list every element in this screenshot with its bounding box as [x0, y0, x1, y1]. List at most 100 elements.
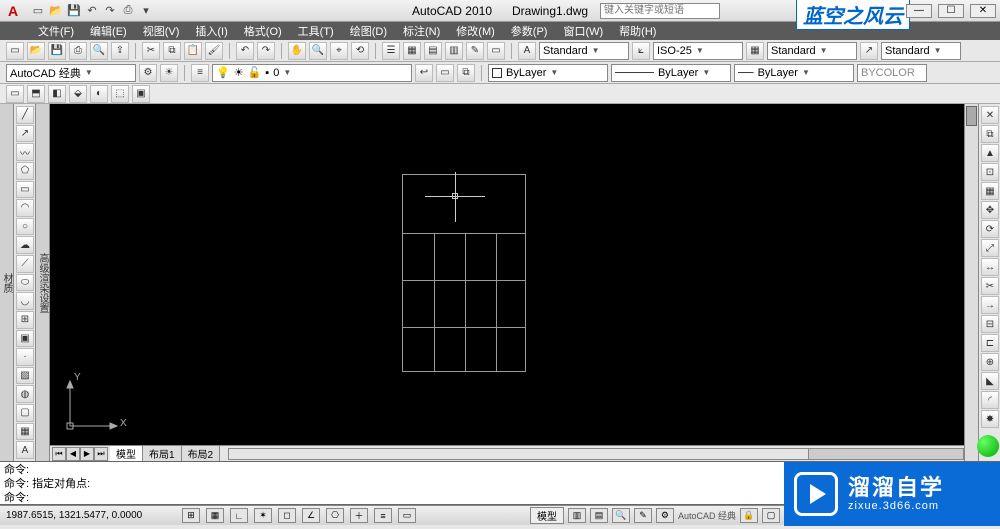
view-iso-icon[interactable]: ◧: [48, 85, 66, 103]
search-input[interactable]: [600, 3, 720, 19]
point-icon[interactable]: ·: [16, 348, 34, 366]
polar-toggle[interactable]: ✶: [254, 508, 272, 523]
side-tab-render[interactable]: 高级渲染设置: [36, 104, 50, 461]
layer-states-icon[interactable]: ▭: [436, 64, 454, 82]
menu-format[interactable]: 格式(O): [236, 22, 290, 40]
tab-prev-icon[interactable]: ◀: [66, 447, 80, 461]
menu-window[interactable]: 窗口(W): [555, 22, 611, 40]
view-orbit-icon[interactable]: ◐: [90, 85, 108, 103]
vertical-scrollbar[interactable]: [964, 104, 978, 461]
table-icon[interactable]: ▦: [16, 423, 34, 441]
clean-screen-icon[interactable]: ▢: [762, 508, 780, 523]
tab-layout1[interactable]: 布局1: [143, 446, 182, 461]
tab-layout2[interactable]: 布局2: [182, 446, 221, 461]
print-icon[interactable]: ⎙: [120, 3, 136, 19]
make-block-icon[interactable]: ▣: [16, 330, 34, 348]
lwt-toggle[interactable]: ≡: [374, 508, 392, 523]
dim-style-icon[interactable]: ⟀: [632, 42, 650, 60]
zoom-window-icon[interactable]: ⌖: [330, 42, 348, 60]
redo-icon[interactable]: ↷: [257, 42, 275, 60]
xline-icon[interactable]: ↗: [16, 125, 34, 143]
model-space-button[interactable]: 模型: [530, 507, 564, 524]
properties-icon[interactable]: ☰: [382, 42, 400, 60]
polygon-icon[interactable]: ⬠: [16, 162, 34, 180]
move-icon[interactable]: ✥: [981, 201, 999, 219]
rotate-icon[interactable]: ⟳: [981, 220, 999, 238]
stretch-icon[interactable]: ↔: [981, 258, 999, 276]
revcloud-icon[interactable]: ☁: [16, 236, 34, 254]
maximize-button[interactable]: ☐: [938, 4, 964, 18]
workspace-settings-icon[interactable]: ⚙: [139, 64, 157, 82]
insert-block-icon[interactable]: ⊞: [16, 311, 34, 329]
plot-icon[interactable]: ⎙: [69, 42, 87, 60]
menu-draw[interactable]: 绘图(D): [342, 22, 395, 40]
scale-icon[interactable]: ⤢: [981, 239, 999, 257]
menu-parametric[interactable]: 参数(P): [503, 22, 556, 40]
view-camera-icon[interactable]: ▣: [132, 85, 150, 103]
polyline-icon[interactable]: 〰: [16, 143, 34, 161]
break-icon[interactable]: ⊏: [981, 334, 999, 352]
plotstyle-dropdown[interactable]: BYCOLOR: [857, 64, 927, 82]
explode-icon[interactable]: ✸: [981, 410, 999, 428]
lineweight-dropdown[interactable]: ──ByLayer▼: [734, 64, 854, 82]
undo-icon[interactable]: ↶: [236, 42, 254, 60]
region-icon[interactable]: ▢: [16, 404, 34, 422]
app-logo-icon[interactable]: A: [3, 1, 23, 21]
text-style-dropdown[interactable]: Standard▼: [539, 42, 629, 60]
arc-icon[interactable]: ◠: [16, 199, 34, 217]
layer-manager-icon[interactable]: ≡: [191, 64, 209, 82]
quickview-drawings-icon[interactable]: ▤: [590, 508, 608, 523]
erase-icon[interactable]: ✕: [981, 106, 999, 124]
tab-last-icon[interactable]: ⏭: [94, 447, 108, 461]
zoom-realtime-icon[interactable]: 🔍: [309, 42, 327, 60]
mleader-style-dropdown[interactable]: Standard▼: [881, 42, 961, 60]
save-file-icon[interactable]: 💾: [48, 42, 66, 60]
mtext-icon[interactable]: A: [16, 441, 34, 459]
open-icon[interactable]: 📂: [48, 3, 64, 19]
hatch-icon[interactable]: ▨: [16, 367, 34, 385]
qp-toggle[interactable]: ▭: [398, 508, 416, 523]
save-icon[interactable]: 💾: [66, 3, 82, 19]
annotation-visibility-icon[interactable]: ✎: [634, 508, 652, 523]
annotation-scale-icon[interactable]: 🔍: [612, 508, 630, 523]
spline-icon[interactable]: ⟋: [16, 255, 34, 273]
plot-preview-icon[interactable]: 🔍: [90, 42, 108, 60]
table-style-icon[interactable]: ▦: [746, 42, 764, 60]
horizontal-scrollbar[interactable]: [228, 448, 964, 460]
menu-tools[interactable]: 工具(T): [290, 22, 342, 40]
tool-palettes-icon[interactable]: ▤: [424, 42, 442, 60]
workspace-switch-icon[interactable]: ⚙: [656, 508, 674, 523]
mleader-style-icon[interactable]: ↗: [860, 42, 878, 60]
menu-modify[interactable]: 修改(M): [448, 22, 503, 40]
view-top-icon[interactable]: ⬒: [27, 85, 45, 103]
menu-view[interactable]: 视图(V): [135, 22, 188, 40]
gradient-icon[interactable]: ◍: [16, 385, 34, 403]
undo-icon[interactable]: ↶: [84, 3, 100, 19]
dyn-toggle[interactable]: ＋: [350, 508, 368, 523]
markup-icon[interactable]: ✎: [466, 42, 484, 60]
drawing-canvas[interactable]: Y X ⏮ ◀ ▶ ⏭ 模型 布局1 布局2: [50, 104, 964, 461]
redo-icon[interactable]: ↷: [102, 3, 118, 19]
publish-icon[interactable]: ⇪: [111, 42, 129, 60]
otrack-toggle[interactable]: ∠: [302, 508, 320, 523]
communication-center-icon[interactable]: [977, 435, 999, 457]
extend-icon[interactable]: →: [981, 296, 999, 314]
view-cube-icon[interactable]: ⬚: [111, 85, 129, 103]
fillet-icon[interactable]: ◜: [981, 391, 999, 409]
ellipse-icon[interactable]: ⬭: [16, 274, 34, 292]
linetype-dropdown[interactable]: ─────ByLayer▼: [611, 64, 731, 82]
close-button[interactable]: ✕: [970, 4, 996, 18]
quickcalc-icon[interactable]: ▭: [487, 42, 505, 60]
menu-edit[interactable]: 编辑(E): [82, 22, 135, 40]
layer-iso-icon[interactable]: ⧉: [457, 64, 475, 82]
quickview-layouts-icon[interactable]: ▥: [568, 508, 586, 523]
tab-next-icon[interactable]: ▶: [80, 447, 94, 461]
view-3d-icon[interactable]: ⬙: [69, 85, 87, 103]
ellipse-arc-icon[interactable]: ◡: [16, 292, 34, 310]
dim-style-dropdown[interactable]: ISO-25▼: [653, 42, 743, 60]
new-file-icon[interactable]: ▭: [6, 42, 24, 60]
table-style-dropdown[interactable]: Standard▼: [767, 42, 857, 60]
join-icon[interactable]: ⊕: [981, 353, 999, 371]
match-props-icon[interactable]: 🖌: [205, 42, 223, 60]
circle-icon[interactable]: ○: [16, 218, 34, 236]
